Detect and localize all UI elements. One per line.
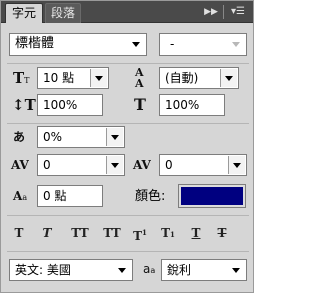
all-caps-icon: TT [71, 226, 89, 240]
chevron-down-icon [220, 69, 237, 87]
collapse-icon[interactable]: ▶▶ [201, 4, 221, 20]
color-swatch[interactable] [178, 184, 246, 208]
vertical-scale-value: 100% [43, 98, 78, 112]
chevron-down-icon [228, 35, 245, 53]
subscript-button[interactable]: T1 [159, 225, 177, 243]
antialias-icon: aa [143, 260, 155, 280]
all-caps-button[interactable]: TT [69, 225, 91, 241]
font-style-value: - [170, 37, 175, 51]
chevron-down-icon [128, 35, 145, 53]
font-size-icon: TT [13, 69, 30, 87]
small-caps-icon: TT [103, 226, 121, 240]
language-select[interactable]: 英文: 美國 [9, 259, 133, 281]
font-size-field[interactable]: 10 點 [37, 67, 109, 89]
small-caps-button[interactable]: TT [101, 225, 123, 241]
chevron-down-icon [106, 128, 123, 146]
leading-icon: AA [135, 66, 144, 90]
divider [7, 123, 249, 124]
strikethrough-icon: T [217, 226, 227, 240]
font-size-value: 10 點 [43, 71, 75, 85]
superscript-icon: T [133, 229, 143, 243]
baseline-shift-icon: Aa [13, 189, 28, 203]
vertical-scale-field[interactable]: 100% [37, 94, 103, 116]
faux-italic-icon: T [42, 226, 52, 240]
tracking-value: 0 [165, 158, 173, 172]
chevron-down-icon [90, 69, 107, 87]
divider [7, 251, 249, 252]
antialias-value: 銳利 [167, 263, 192, 277]
strikethrough-button[interactable]: T [215, 225, 229, 241]
baseline-shift-value: 0 點 [43, 189, 67, 203]
antialias-select[interactable]: 銳利 [161, 259, 247, 281]
language-value: 英文: 美國 [15, 263, 71, 277]
underline-icon: T [191, 226, 201, 240]
tracking-icon: AV [133, 158, 151, 172]
horizontal-scale-field[interactable]: 100% [159, 94, 225, 116]
character-panel: 字元 段落 ▶▶ ▾☰ 標楷體 - TT 10 點 AA (自動) ↕T 100… [0, 0, 254, 293]
subscript-mark: 1 [170, 230, 175, 239]
faux-italic-button[interactable]: T [39, 225, 55, 241]
tab-paragraph[interactable]: 段落 [45, 3, 81, 23]
panel-tab-bar: 字元 段落 ▶▶ ▾☰ [1, 1, 253, 23]
tsume-value: 0% [43, 130, 63, 144]
font-family-value: 標楷體 [15, 36, 55, 51]
faux-bold-icon: T [14, 226, 24, 240]
superscript-mark: 1 [142, 228, 147, 237]
color-label: 顏色: [135, 189, 166, 204]
horizontal-scale-icon: T [134, 95, 146, 114]
horizontal-scale-value: 100% [165, 98, 200, 112]
faux-bold-button[interactable]: T [11, 225, 27, 241]
chevron-down-icon [228, 261, 245, 279]
panel-menu-icon[interactable]: ▾☰ [227, 4, 249, 20]
leading-value: (自動) [165, 71, 199, 85]
kerning-icon: AV [11, 158, 29, 172]
divider [7, 215, 249, 216]
underline-button[interactable]: T [189, 225, 203, 241]
font-family-select[interactable]: 標楷體 [9, 33, 147, 56]
antialias-icon-small: a [150, 266, 156, 275]
baseline-shift-field[interactable]: 0 點 [37, 185, 103, 207]
chevron-down-icon [106, 156, 123, 174]
divider [223, 5, 224, 19]
leading-field[interactable]: (自動) [159, 67, 239, 89]
vertical-scale-icon: ↕T [12, 96, 36, 114]
tsume-icon: あ [13, 130, 26, 144]
tsume-field[interactable]: 0% [37, 126, 125, 148]
font-style-select[interactable]: - [159, 33, 247, 56]
chevron-down-icon [114, 261, 131, 279]
tracking-field[interactable]: 0 [159, 154, 247, 176]
tab-character[interactable]: 字元 [5, 3, 43, 23]
kerning-value: 0 [43, 158, 51, 172]
chevron-down-icon [228, 156, 245, 174]
kerning-field[interactable]: 0 [37, 154, 125, 176]
divider [7, 63, 249, 64]
superscript-button[interactable]: T1 [131, 225, 149, 244]
subscript-icon: T [161, 226, 171, 240]
